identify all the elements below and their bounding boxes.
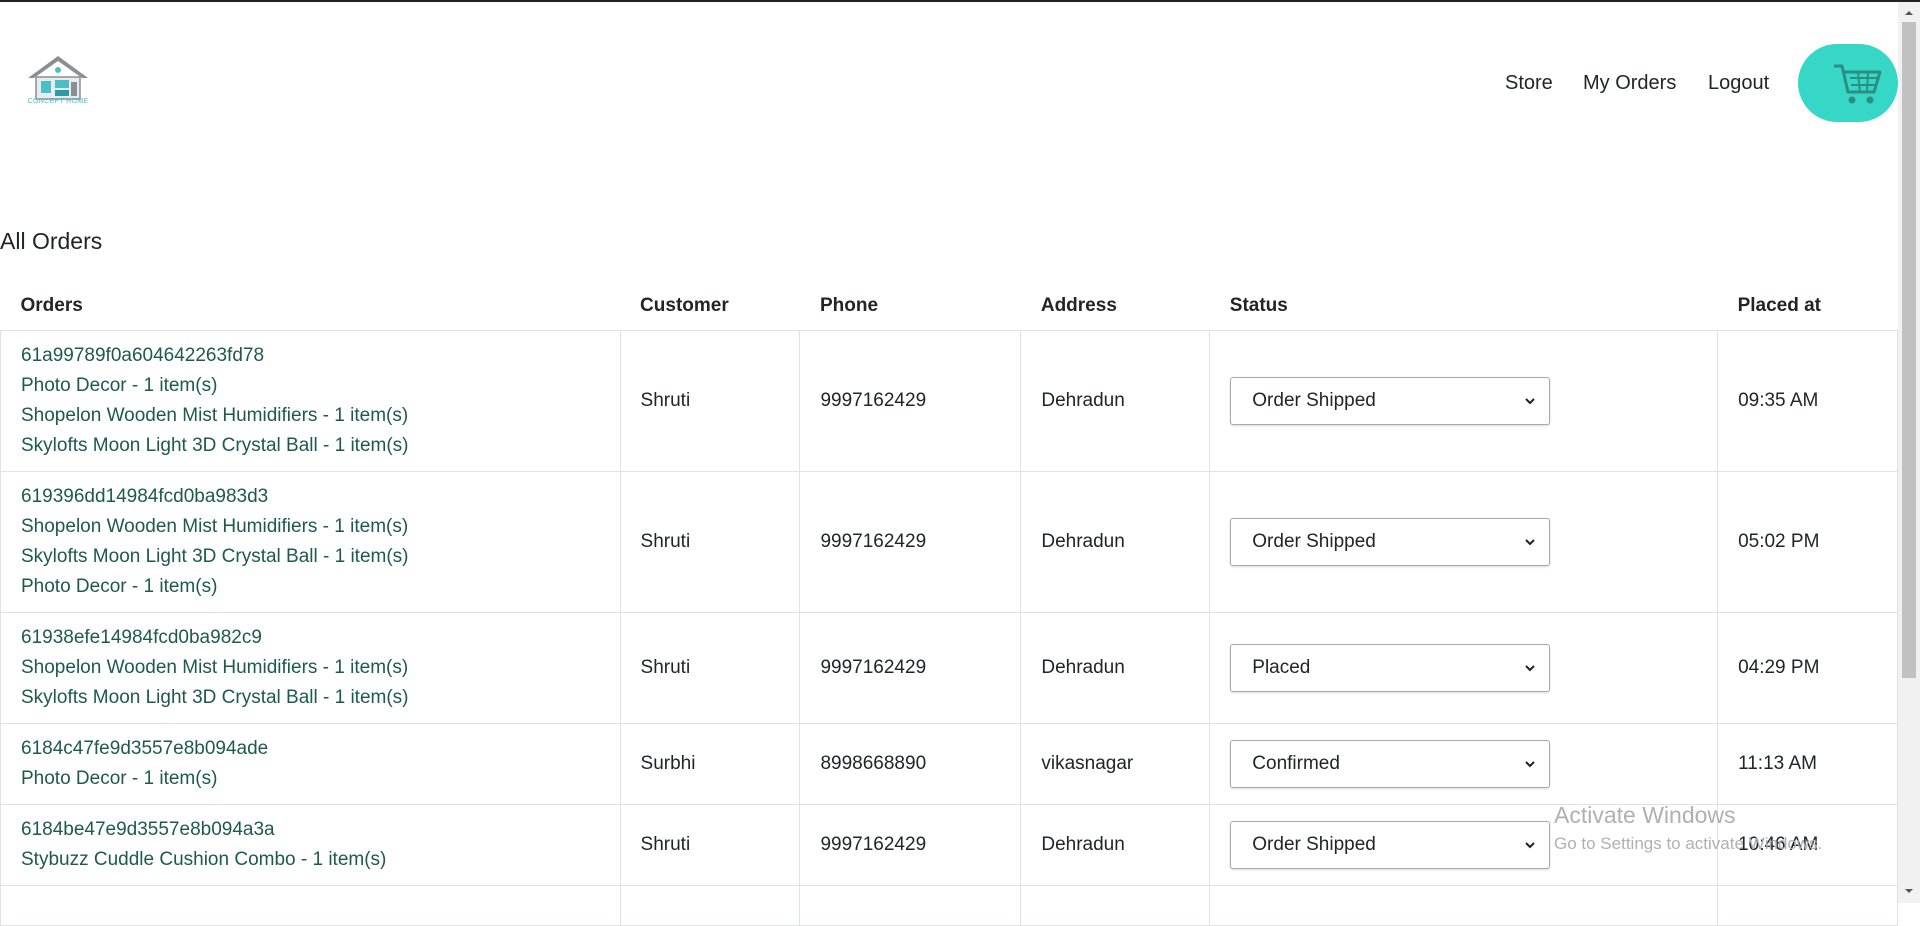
customer-cell: Shruti xyxy=(619,330,801,472)
address-cell: Dehradun xyxy=(1020,612,1211,724)
activate-windows-subtitle: Go to Settings to activate Windows. xyxy=(1554,834,1823,853)
customer-cell: Shruti xyxy=(619,612,801,724)
header-placed-at: Placed at xyxy=(1717,282,1898,331)
phone-cell: 9997162429 xyxy=(799,612,1022,724)
status-cell: Order Shipped xyxy=(1209,471,1719,613)
table-row: 61a99789f0a604642263fd78 Photo Decor - 1… xyxy=(0,330,1898,472)
chevron-down-icon xyxy=(1525,761,1535,768)
scroll-up-arrow-icon[interactable] xyxy=(1904,8,1914,18)
status-cell: Placed xyxy=(1209,612,1719,724)
order-cell: 61938efe14984fcd0ba982c9 Shopelon Wooden… xyxy=(0,612,621,724)
header: CONCEPT HOME Store My Orders Logout xyxy=(0,2,1898,162)
status-value: Order Shipped xyxy=(1252,834,1376,855)
status-cell: Confirmed xyxy=(1209,723,1719,805)
empty-cell xyxy=(619,885,801,926)
order-cell: 6184be47e9d3557e8b094a3a Stybuzz Cuddle … xyxy=(0,804,621,886)
status-value: Confirmed xyxy=(1252,753,1340,774)
scrollbar-thumb[interactable] xyxy=(1902,22,1916,678)
activate-windows-title: Activate Windows xyxy=(1554,802,1736,828)
order-item: Skylofts Moon Light 3D Crystal Ball - 1 … xyxy=(21,546,409,567)
chevron-down-icon xyxy=(1525,398,1535,405)
status-value: Order Shipped xyxy=(1252,390,1376,411)
header-customer: Customer xyxy=(620,282,800,331)
status-cell: Order Shipped xyxy=(1209,330,1719,472)
cart-icon xyxy=(1834,64,1882,104)
header-status: Status xyxy=(1209,282,1718,331)
empty-cell xyxy=(0,885,621,926)
phone-cell: 9997162429 xyxy=(799,804,1022,886)
status-dropdown[interactable]: Order Shipped xyxy=(1230,821,1551,869)
cart-button[interactable] xyxy=(1798,44,1898,122)
address-cell: Dehradun xyxy=(1020,330,1211,472)
scroll-down-arrow-icon[interactable] xyxy=(1904,886,1914,896)
empty-cell xyxy=(799,885,1022,926)
logo-text: CONCEPT HOME xyxy=(27,98,89,105)
address-cell: Dehradun xyxy=(1020,471,1211,613)
address-cell: vikasnagar xyxy=(1020,723,1211,805)
vertical-scrollbar[interactable] xyxy=(1898,2,1920,903)
phone-cell: 9997162429 xyxy=(799,330,1022,472)
order-cell: 619396dd14984fcd0ba983d3 Shopelon Wooden… xyxy=(0,471,621,613)
order-cell: 61a99789f0a604642263fd78 Photo Decor - 1… xyxy=(0,330,621,472)
table-row: 6184c47fe9d3557e8b094ade Photo Decor - 1… xyxy=(0,723,1898,805)
order-item: Shopelon Wooden Mist Humidifiers - 1 ite… xyxy=(21,657,409,678)
order-id-link[interactable]: 619396dd14984fcd0ba983d3 xyxy=(21,482,600,512)
order-id-link[interactable]: 6184c47fe9d3557e8b094ade xyxy=(21,734,600,764)
table-row: 619396dd14984fcd0ba983d3 Shopelon Wooden… xyxy=(0,471,1898,613)
order-id-link[interactable]: 61a99789f0a604642263fd78 xyxy=(21,341,600,371)
table-row xyxy=(0,885,1898,926)
table-header-row: Orders Customer Phone Address Status Pla… xyxy=(0,282,1898,331)
order-id-link[interactable]: 61938efe14984fcd0ba982c9 xyxy=(21,623,600,653)
customer-cell: Shruti xyxy=(619,804,801,886)
chevron-down-icon xyxy=(1525,539,1535,546)
header-address: Address xyxy=(1020,282,1210,331)
order-cell: 6184c47fe9d3557e8b094ade Photo Decor - 1… xyxy=(0,723,621,805)
order-id-link[interactable]: 6184be47e9d3557e8b094a3a xyxy=(21,815,600,845)
logo[interactable]: CONCEPT HOME xyxy=(22,54,94,110)
order-item: Shopelon Wooden Mist Humidifiers - 1 ite… xyxy=(21,405,409,426)
order-item: Skylofts Moon Light 3D Crystal Ball - 1 … xyxy=(21,435,409,456)
order-item: Skylofts Moon Light 3D Crystal Ball - 1 … xyxy=(21,687,409,708)
placed-at-cell: 09:35 AM xyxy=(1717,330,1898,472)
nav-my-orders-link[interactable]: My Orders xyxy=(1583,72,1676,95)
address-cell: Dehradun xyxy=(1020,804,1211,886)
status-dropdown[interactable]: Confirmed xyxy=(1230,740,1551,788)
placed-at-cell: 04:29 PM xyxy=(1717,612,1898,724)
page-title: All Orders xyxy=(0,228,103,254)
phone-cell: 8998668890 xyxy=(799,723,1022,805)
order-item: Shopelon Wooden Mist Humidifiers - 1 ite… xyxy=(21,516,409,537)
phone-cell: 9997162429 xyxy=(799,471,1022,613)
order-item: Stybuzz Cuddle Cushion Combo - 1 item(s) xyxy=(21,849,387,870)
customer-cell: Surbhi xyxy=(619,723,801,805)
empty-cell xyxy=(1209,885,1719,926)
order-item: Photo Decor - 1 item(s) xyxy=(21,576,218,597)
empty-cell xyxy=(1020,885,1211,926)
status-value: Order Shipped xyxy=(1252,531,1376,552)
order-item: Photo Decor - 1 item(s) xyxy=(21,768,218,789)
status-dropdown[interactable]: Placed xyxy=(1230,644,1551,692)
table-row: 61938efe14984fcd0ba982c9 Shopelon Wooden… xyxy=(0,612,1898,724)
status-dropdown[interactable]: Order Shipped xyxy=(1230,518,1551,566)
placed-at-cell: 05:02 PM xyxy=(1717,471,1898,613)
status-dropdown[interactable]: Order Shipped xyxy=(1230,377,1551,425)
nav-store-link[interactable]: Store xyxy=(1505,72,1553,95)
status-value: Placed xyxy=(1252,657,1311,678)
header-orders: Orders xyxy=(0,282,621,331)
orders-table: Orders Customer Phone Address Status Pla… xyxy=(0,282,1898,926)
header-phone: Phone xyxy=(799,282,1021,331)
chevron-down-icon xyxy=(1525,842,1535,849)
house-logo-icon xyxy=(28,56,88,100)
nav-logout-link[interactable]: Logout xyxy=(1708,72,1769,95)
customer-cell: Shruti xyxy=(619,471,801,613)
empty-cell xyxy=(1717,885,1898,926)
order-item: Photo Decor - 1 item(s) xyxy=(21,375,218,396)
chevron-down-icon xyxy=(1525,665,1535,672)
placed-at-cell: 11:13 AM xyxy=(1717,723,1898,805)
